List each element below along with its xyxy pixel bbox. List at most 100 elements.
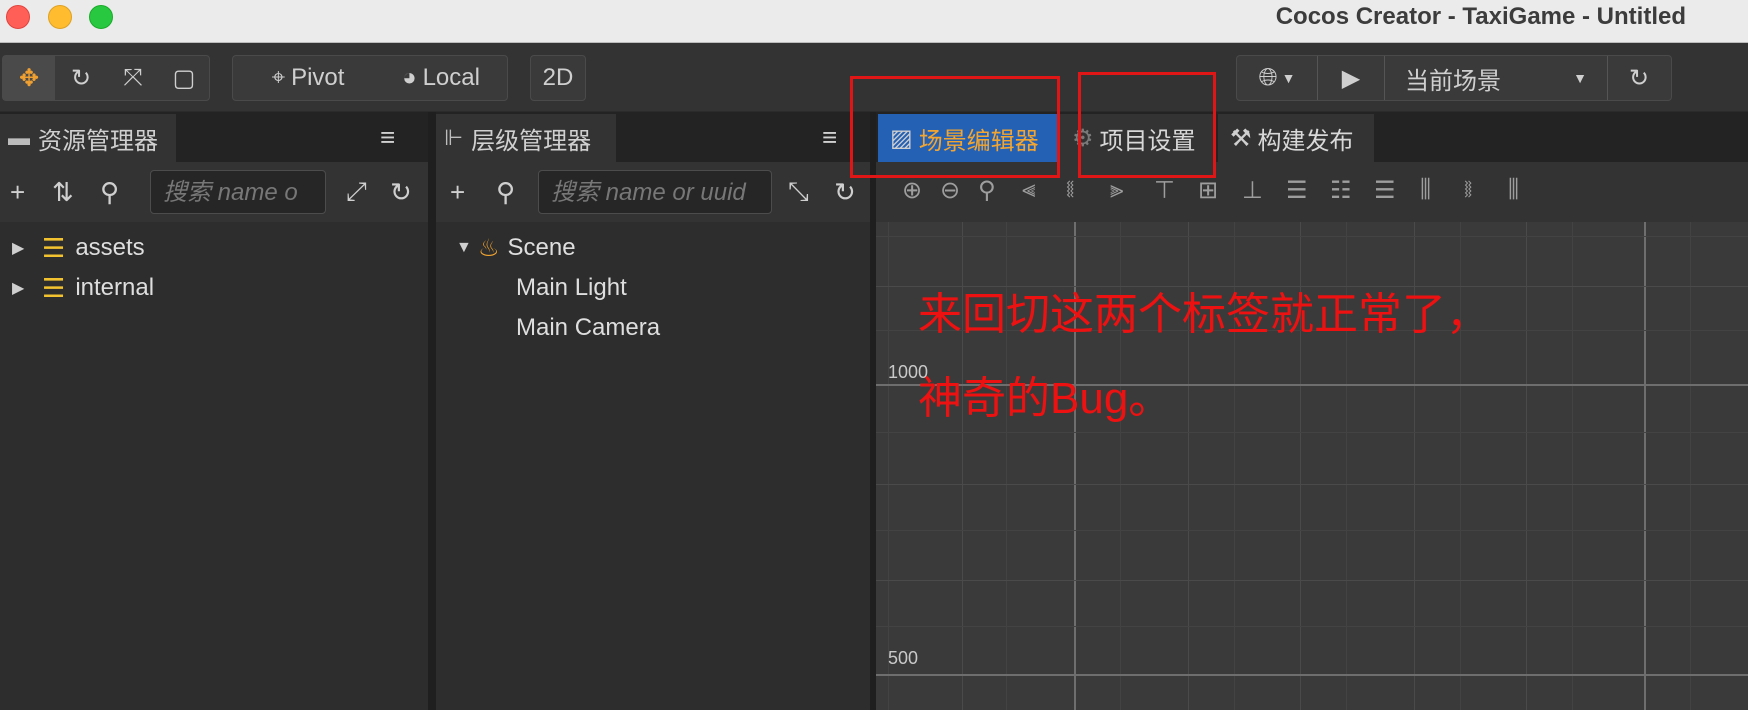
transform-tools-group: ✥ ↻ ⤧ ▢ (2, 55, 210, 101)
align-right-icon[interactable]: ⫸ (1110, 176, 1124, 204)
rect-tool-button[interactable]: ▢ (159, 56, 209, 100)
scale-tool-button[interactable]: ⤧ (107, 56, 159, 100)
close-window-button[interactable] (6, 5, 30, 29)
move-tool-button[interactable]: ✥ (3, 56, 55, 100)
search-type-button[interactable]: ⚲ (100, 170, 119, 214)
hierarchy-icon: ⊩ (444, 125, 464, 150)
hierarchy-search-input[interactable]: 搜索 name or uuid (538, 170, 772, 214)
tree-node-main-camera[interactable]: Main Camera (516, 310, 660, 346)
distribute-bottom-icon[interactable]: ☰ (1374, 176, 1396, 205)
grid-line (876, 484, 1748, 485)
preview-group: 🌐︎ ▼ ▶ 当前场景 ▼ ↻ (1236, 55, 1672, 101)
annotation-line-2: 神奇的Bug。 (918, 374, 1173, 423)
zoom-window-button[interactable] (89, 5, 113, 29)
toggle-2d-button[interactable]: 2D (531, 56, 585, 100)
assets-tab-label: 资源管理器 (38, 127, 158, 155)
tree-item-internal[interactable]: ▶ ☰ internal (12, 270, 154, 306)
grid-line (1690, 222, 1691, 710)
tab-build-publish[interactable]: ⚒ 构建发布 (1218, 114, 1374, 162)
distribute-left-icon[interactable]: ⫼ (1420, 176, 1431, 204)
add-asset-button[interactable]: + (10, 170, 25, 214)
add-node-button[interactable]: + (450, 170, 465, 214)
align-vcenter-icon[interactable]: ⊞ (1198, 176, 1218, 205)
grid-label: 500 (888, 648, 919, 668)
distribute-hcenter-icon[interactable]: ⧚ (1464, 176, 1472, 204)
assets-panel: ▬ 资源管理器 ≡ + ⇅ ⚲ 搜索 name o ⤢ ↻ ▶ ☰ assets… (0, 112, 428, 710)
plus-icon: + (10, 176, 26, 207)
assets-search-input[interactable]: 搜索 name o (150, 170, 326, 214)
tree-item-label: assets (75, 234, 145, 261)
scene-select-value: 当前场景 (1405, 67, 1501, 95)
grid-line (1526, 222, 1527, 710)
scene-select-dropdown[interactable]: 当前场景 ▼ (1385, 56, 1603, 100)
panel-menu-icon[interactable]: ≡ (822, 122, 837, 153)
align-bottom-icon[interactable]: ⊥ (1242, 176, 1263, 205)
grid-line (876, 580, 1748, 581)
grid-line (876, 236, 1748, 237)
local-toggle-button[interactable]: ◕ Local (383, 56, 499, 100)
align-hcenter-icon[interactable]: ⧛ (1066, 176, 1074, 204)
collapse-icon: ⤡ (788, 176, 809, 206)
plus-icon: + (450, 176, 466, 207)
assets-toolbar: + ⇅ ⚲ 搜索 name o ⤢ ↻ (0, 162, 428, 222)
pivot-toggle-button[interactable]: ⌖ Pivot (253, 56, 363, 100)
tree-node-label: Main Camera (516, 314, 661, 341)
scene-flame-icon: ♨ (478, 234, 500, 262)
distribute-vcenter-icon[interactable]: ☷ (1330, 176, 1352, 205)
hierarchy-tabstrip: ⊩ 层级管理器 ≡ (436, 112, 870, 162)
grid-line (876, 626, 1748, 627)
tools-icon: ⚒ (1230, 124, 1252, 152)
distribute-right-icon[interactable]: ⫼ (1508, 176, 1519, 204)
hierarchy-panel: ⊩ 层级管理器 ≡ + ⚲ 搜索 name or uuid ⤡ ↻ ▼ ♨ Sc… (436, 112, 870, 710)
tree-item-assets[interactable]: ▶ ☰ assets (12, 230, 145, 266)
panel-menu-icon[interactable]: ≡ (380, 122, 395, 153)
zoom-reset-icon[interactable]: ⚲ (978, 176, 996, 205)
align-left-icon[interactable]: ⫷ (1022, 176, 1036, 204)
search-icon: ⚲ (100, 176, 120, 207)
build-publish-tab-label: 构建发布 (1257, 127, 1354, 155)
search-type-button[interactable]: ⚲ (496, 170, 515, 214)
search-icon: ⚲ (496, 176, 516, 207)
play-button[interactable]: ▶ (1318, 56, 1384, 100)
refresh-icon: ↻ (1628, 64, 1650, 92)
move-icon: ✥ (18, 64, 40, 92)
refresh-assets-button[interactable]: ↻ (390, 170, 412, 214)
caret-down-icon: ▼ (456, 239, 472, 256)
scale-icon: ⤧ (123, 64, 143, 91)
tree-node-scene[interactable]: ▼ ♨ Scene (456, 230, 576, 266)
pivot-local-group: ⌖ Pivot ◕ Local (232, 55, 508, 101)
globe-half-icon: ◕ (402, 64, 417, 91)
align-top-icon[interactable]: ⊤ (1154, 176, 1175, 205)
caret-right-icon: ▶ (12, 240, 25, 257)
distribute-top-icon[interactable]: ☰ (1286, 176, 1308, 205)
rotate-tool-button[interactable]: ↻ (55, 56, 107, 100)
tree-item-label: internal (75, 274, 155, 301)
annotation-line-1: 来回切这两个标签就正常了， (918, 290, 1490, 339)
grid-line (888, 222, 889, 710)
collapse-all-button[interactable]: ⤡ (788, 170, 809, 214)
sort-button[interactable]: ⇅ (52, 170, 74, 214)
grid-line (876, 674, 1748, 676)
chevron-down-icon: ▼ (1281, 70, 1296, 86)
local-label: Local (422, 64, 480, 91)
platform-select-button[interactable]: 🌐︎ ▼ (1237, 56, 1317, 100)
tab-assets[interactable]: ▬ 资源管理器 (0, 114, 176, 162)
refresh-icon: ↻ (390, 176, 412, 207)
expand-all-button[interactable]: ⤢ (346, 170, 367, 214)
window-title: Cocos Creator - TaxiGame - Untitled (1275, 3, 1686, 30)
highlight-box-scene-editor-tab (850, 76, 1060, 178)
refresh-preview-button[interactable]: ↻ (1608, 56, 1670, 100)
zoom-out-icon[interactable]: ⊖ (940, 176, 960, 205)
assets-tabstrip: ▬ 资源管理器 ≡ (0, 112, 428, 162)
caret-right-icon: ▶ (12, 280, 25, 297)
folder-icon: ▬ (8, 125, 30, 150)
grid-line (876, 530, 1748, 531)
tab-hierarchy[interactable]: ⊩ 层级管理器 (436, 114, 616, 162)
panel-divider[interactable] (428, 112, 436, 710)
mode-2d-label: 2D (542, 64, 574, 91)
mode-2d-group: 2D (530, 55, 586, 101)
minimize-window-button[interactable] (48, 5, 72, 29)
tree-node-main-light[interactable]: Main Light (516, 270, 627, 306)
grid-line (876, 432, 1748, 433)
zoom-in-icon[interactable]: ⊕ (902, 176, 922, 205)
